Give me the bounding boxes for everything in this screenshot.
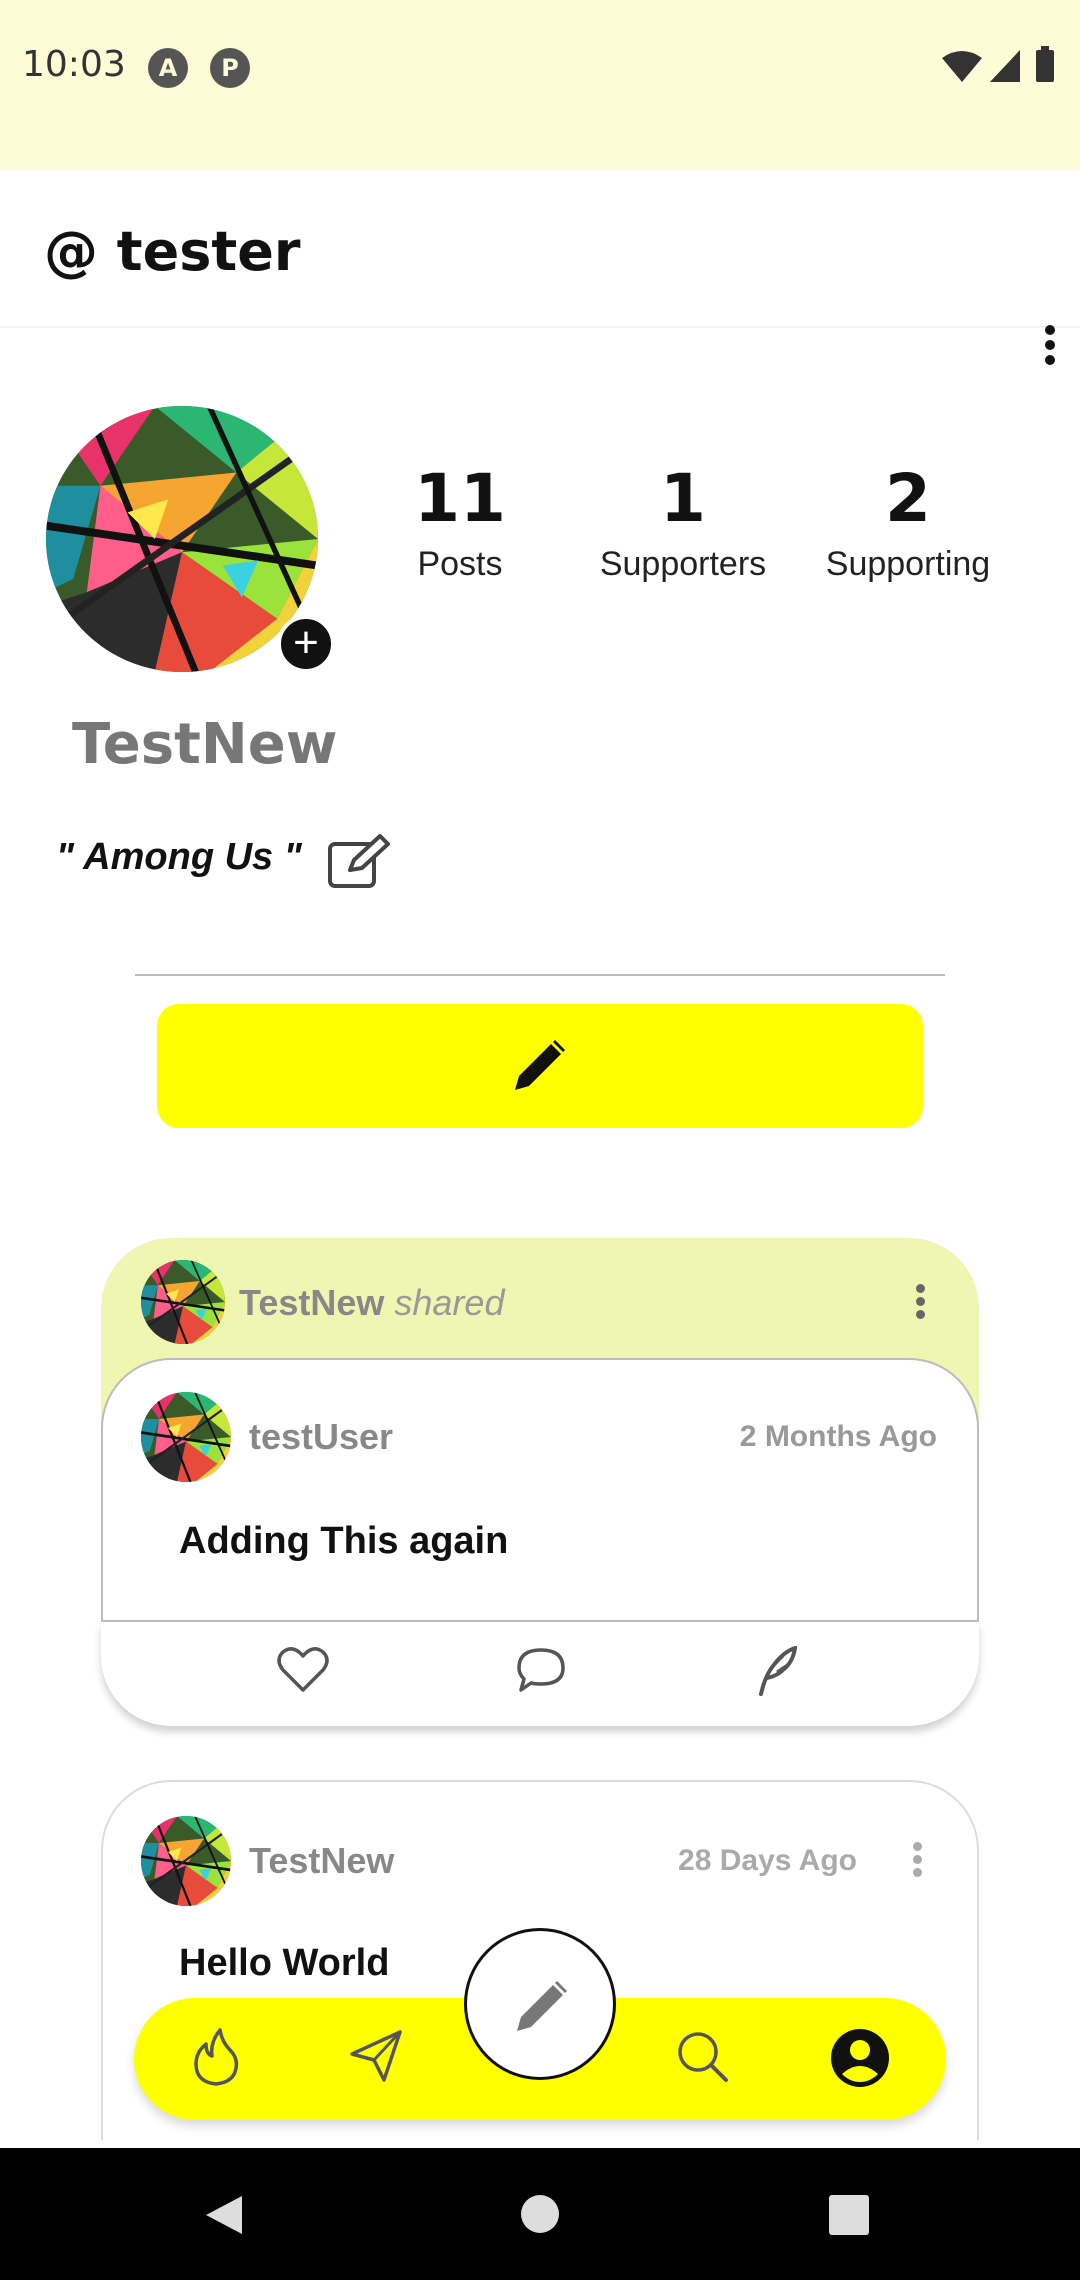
stat-posts-value: 11 <box>414 460 506 537</box>
signal-icon <box>990 50 1020 82</box>
profile-icon[interactable] <box>830 2028 890 2088</box>
sharer-name[interactable]: TestNew <box>239 1282 384 1323</box>
stat-supporters[interactable]: 1 Supporters <box>578 460 788 584</box>
status-bar: 10:03 A P <box>0 0 1080 170</box>
more-vert-icon[interactable] <box>913 1842 923 1882</box>
app-header: @ tester <box>0 170 1080 328</box>
edit-square-icon[interactable] <box>326 832 392 890</box>
avatar[interactable] <box>141 1260 225 1344</box>
send-icon[interactable] <box>348 2028 404 2084</box>
stat-supporting[interactable]: 2 Supporting <box>808 460 1008 584</box>
post-text: Adding This again <box>179 1520 509 1562</box>
pencil-icon <box>517 1981 567 2031</box>
divider <box>135 974 945 976</box>
flame-icon[interactable] <box>190 2028 242 2086</box>
post-time: 2 Months Ago <box>739 1420 937 1453</box>
heart-icon[interactable] <box>277 1646 329 1694</box>
comment-bubble-icon[interactable] <box>515 1646 567 1694</box>
recents-icon[interactable] <box>828 2194 870 2236</box>
post-actions <box>101 1622 979 1726</box>
status-app-icon: A <box>148 48 188 88</box>
original-post[interactable]: testUser 2 Months Ago Adding This again <box>101 1358 979 1622</box>
shared-post-card[interactable]: TestNew shared testUser 2 Months Ago Add… <box>101 1238 979 1726</box>
shared-word: shared <box>394 1282 505 1323</box>
status-app-icon: P <box>210 48 250 88</box>
stat-supporting-value: 2 <box>885 460 931 537</box>
display-name: TestNew <box>72 712 338 777</box>
wifi-icon <box>942 51 982 82</box>
home-icon[interactable] <box>520 2194 560 2234</box>
post-author[interactable]: testUser <box>249 1416 393 1458</box>
status-time: 10:03 <box>22 44 126 85</box>
profile-handle: @ tester <box>44 220 301 283</box>
plus-icon[interactable]: + <box>277 615 335 673</box>
stat-supporters-label: Supporters <box>599 545 767 583</box>
feather-icon[interactable] <box>753 1646 797 1696</box>
stat-posts[interactable]: 11 Posts <box>380 460 540 584</box>
battery-icon <box>1036 50 1054 82</box>
profile-avatar[interactable] <box>46 406 318 672</box>
shared-by-label: TestNew shared <box>239 1282 504 1324</box>
stat-supporting-label: Supporting <box>825 545 991 583</box>
more-vert-icon[interactable] <box>916 1284 926 1324</box>
pencil-icon <box>515 1040 565 1090</box>
status-system-icons <box>942 46 1054 82</box>
search-icon[interactable] <box>674 2028 730 2084</box>
post-text: Hello World <box>179 1942 390 1984</box>
compose-fab[interactable] <box>464 1928 616 2080</box>
bio-text: " Among Us " <box>56 836 302 878</box>
stat-supporters-value: 1 <box>660 460 706 537</box>
compose-button[interactable] <box>157 1004 923 1128</box>
avatar[interactable] <box>141 1392 231 1482</box>
stat-posts-label: Posts <box>417 545 503 583</box>
post-author[interactable]: TestNew <box>249 1840 394 1882</box>
back-icon[interactable] <box>204 2194 244 2236</box>
system-nav-bar <box>0 2148 1080 2280</box>
post-time: 28 Days Ago <box>678 1844 857 1877</box>
avatar[interactable] <box>141 1816 231 1906</box>
more-vert-icon[interactable] <box>1038 322 1062 372</box>
